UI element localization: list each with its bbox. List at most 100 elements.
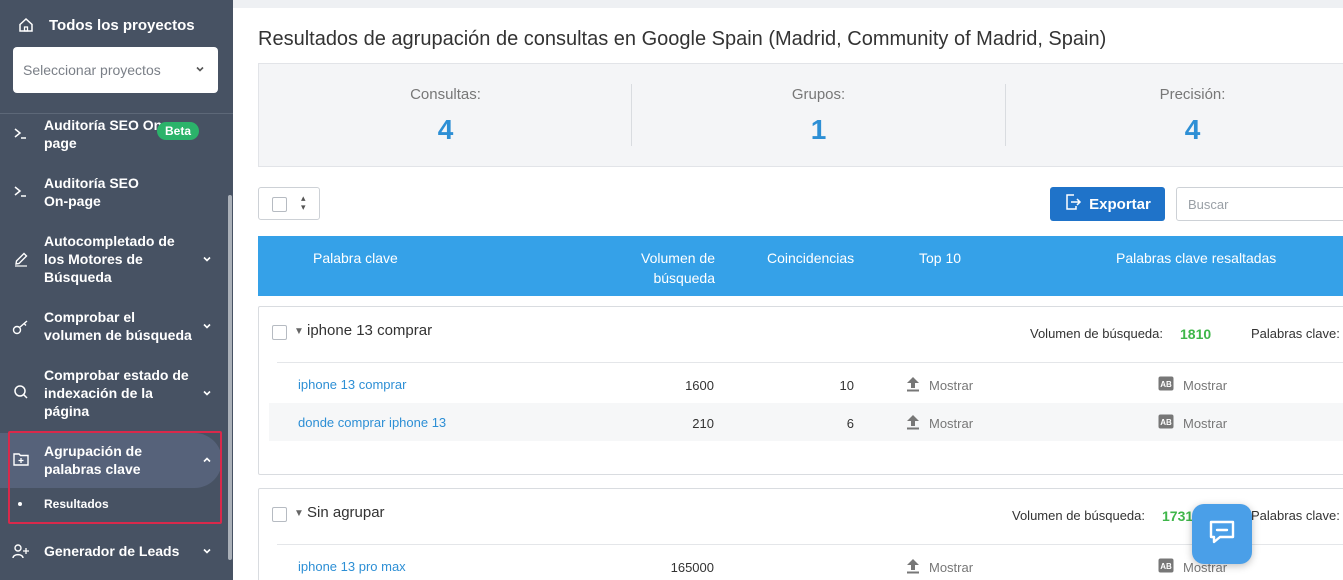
- column-header-keyword[interactable]: Palabra clave: [313, 248, 398, 268]
- keyword-link[interactable]: iphone 13 pro max: [298, 559, 406, 574]
- highlight-frame: [8, 431, 222, 524]
- stat-value: 1: [810, 114, 827, 145]
- stat-groups: Grupos: 1: [632, 64, 1005, 168]
- show-label: Mostrar: [929, 560, 974, 575]
- column-header-matches[interactable]: Coincidencias: [767, 248, 854, 268]
- table-header: Palabra clave Volumen de búsqueda Coinci…: [258, 236, 1343, 296]
- svg-text:AB: AB: [1160, 380, 1172, 389]
- sidebar-item-label: Auditoría SEO On-page: [44, 175, 139, 209]
- group-name: Sin agrupar: [307, 504, 385, 521]
- chat-icon: [1208, 519, 1236, 550]
- stat-label: Grupos:: [791, 86, 846, 103]
- stat-label: Precisión:: [1159, 86, 1226, 103]
- show-highlighted-button[interactable]: AB Mostrar: [1158, 414, 1227, 432]
- show-label: Mostrar: [1183, 377, 1228, 393]
- stat-value: 4: [437, 114, 454, 145]
- group-checkbox[interactable]: [272, 507, 287, 522]
- export-label: Exportar: [1089, 195, 1151, 213]
- search-icon: [12, 383, 30, 401]
- group-volume-value: 1810: [1180, 326, 1212, 342]
- group-volume-label: Volumen de búsqueda:: [1012, 508, 1145, 523]
- sidebar-item-label: Comprobar el volumen de búsqueda: [44, 309, 192, 343]
- export-icon: [1064, 193, 1082, 215]
- sidebar-item-indexation[interactable]: Comprobar estado de indexación de la pág…: [0, 366, 228, 420]
- sidebar-item-autocomplete[interactable]: Autocompletado de los Motores de Búsqued…: [0, 232, 228, 286]
- show-top10-button[interactable]: Mostrar: [906, 558, 973, 577]
- group-card: ▼ iphone 13 comprar Volumen de búsqueda:…: [258, 306, 1343, 475]
- sidebar-item-label: Comprobar estado de indexación de la pág…: [44, 367, 189, 419]
- column-header-top10[interactable]: Top 10: [919, 248, 961, 268]
- show-label: Mostrar: [929, 378, 974, 393]
- group-keywords-label: Palabras clave:: [1251, 326, 1340, 341]
- sidebar: Todos los proyectos Seleccionar proyecto…: [0, 0, 233, 580]
- show-highlighted-button[interactable]: AB Mostrar: [1158, 376, 1227, 394]
- svg-text:AB: AB: [1160, 562, 1172, 571]
- home-icon: [18, 17, 34, 33]
- keyword-link[interactable]: iphone 13 comprar: [298, 377, 406, 392]
- ab-icon: AB: [1158, 376, 1174, 394]
- caret-down-icon[interactable]: ▼: [294, 508, 304, 519]
- chevron-down-icon: [200, 319, 214, 333]
- keyword-link[interactable]: donde comprar iphone 13: [298, 415, 446, 430]
- table-row: donde comprar iphone 13 210 6 Mostrar AB…: [269, 403, 1343, 441]
- group-checkbox[interactable]: [272, 325, 287, 340]
- pencil-icon: [12, 250, 30, 268]
- upload-icon: [906, 414, 920, 433]
- chevron-down-icon: [194, 62, 206, 78]
- svg-text:AB: AB: [1160, 418, 1172, 427]
- top-strip: [233, 0, 1343, 8]
- page-title: Resultados de agrupación de consultas en…: [258, 28, 1107, 50]
- ab-icon: AB: [1158, 558, 1174, 576]
- key-icon: [12, 318, 30, 336]
- stat-precision: Precisión: 4: [1006, 64, 1343, 168]
- caret-down-icon[interactable]: ▼: [294, 326, 304, 337]
- all-projects-link[interactable]: Todos los proyectos: [0, 0, 233, 50]
- user-plus-icon: [12, 542, 30, 560]
- volume-value: 210: [692, 416, 714, 431]
- column-header-volume[interactable]: Volumen de búsqueda: [638, 248, 715, 288]
- show-label: Mostrar: [929, 416, 974, 431]
- show-top10-button[interactable]: Mostrar: [906, 414, 973, 433]
- group-card: ▼ Sin agrupar Volumen de búsqueda: 1731 …: [258, 488, 1343, 580]
- beta-badge: Beta: [157, 122, 200, 140]
- sidebar-item-label: Autocompletado de los Motores de Búsqued…: [44, 233, 175, 285]
- group-name: iphone 13 comprar: [307, 322, 433, 339]
- terminal-icon: [12, 182, 30, 200]
- bulk-select-dropdown[interactable]: ▴ ▾: [258, 187, 320, 220]
- group-divider: [277, 544, 1343, 545]
- terminal-icon: [12, 124, 30, 142]
- volume-value: 165000: [670, 560, 714, 575]
- sidebar-scrollbar[interactable]: [228, 195, 232, 560]
- volume-value: 1600: [685, 378, 714, 393]
- group-keywords-label: Palabras clave:: [1251, 508, 1340, 523]
- group-volume-label: Volumen de búsqueda:: [1030, 326, 1163, 341]
- table-row: iphone 13 comprar 1600 10 Mostrar AB Mos…: [269, 365, 1343, 403]
- stats-panel: Consultas: 4 Grupos: 1 Precisión: 4: [258, 63, 1343, 167]
- stat-queries: Consultas: 4: [259, 64, 632, 168]
- group-divider: [277, 362, 1343, 363]
- main-content: Resultados de agrupación de consultas en…: [233, 0, 1343, 580]
- sort-arrows-icon: ▴ ▾: [301, 193, 306, 212]
- matches-value: 6: [846, 416, 854, 431]
- column-header-highlighted[interactable]: Palabras clave resaltadas: [1116, 248, 1276, 268]
- chevron-down-icon: [200, 386, 214, 400]
- table-row: iphone 13 pro max 165000 Mostrar AB Most…: [269, 547, 1343, 580]
- show-label: Mostrar: [1183, 415, 1228, 431]
- upload-icon: [906, 558, 920, 577]
- sidebar-item-lead-generator[interactable]: Generador de Leads: [0, 541, 228, 561]
- chevron-down-icon: [200, 252, 214, 266]
- stat-value: 4: [1184, 114, 1201, 145]
- matches-value: 10: [839, 378, 854, 393]
- group-volume-value: 1731: [1162, 508, 1194, 524]
- chat-button[interactable]: [1192, 504, 1252, 564]
- search-input[interactable]: [1176, 187, 1343, 221]
- ab-icon: AB: [1158, 414, 1174, 432]
- bulk-select-checkbox[interactable]: [272, 197, 287, 212]
- export-button[interactable]: Exportar: [1050, 187, 1165, 221]
- chevron-down-icon: [200, 544, 214, 558]
- stat-label: Consultas:: [410, 86, 481, 103]
- project-select[interactable]: Seleccionar proyectos: [13, 47, 218, 93]
- sidebar-item-seo-audit[interactable]: Auditoría SEO On-page: [0, 174, 228, 210]
- sidebar-item-search-volume[interactable]: Comprobar el volumen de búsqueda: [0, 308, 228, 344]
- show-top10-button[interactable]: Mostrar: [906, 376, 973, 395]
